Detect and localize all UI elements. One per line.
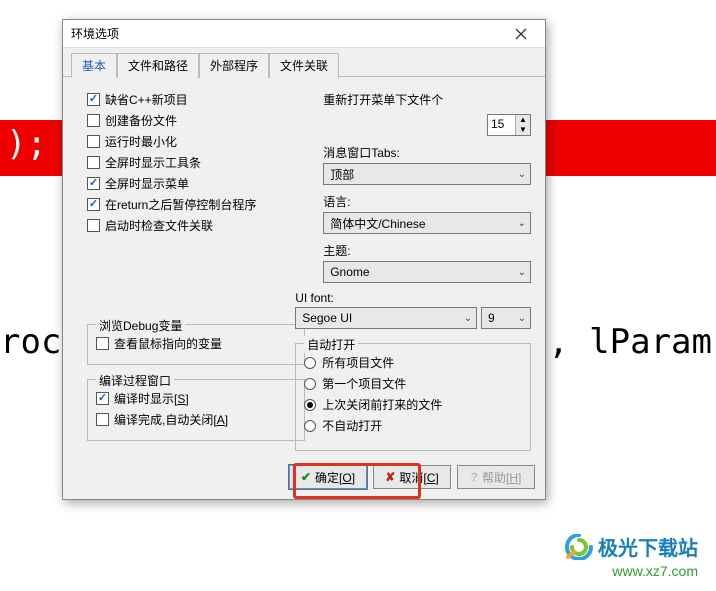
compile-group: 编译过程窗口 编译时显示[S] 编译完成,自动关闭[A] [87,379,305,441]
debug-group-title: 浏览Debug变量 [96,317,185,334]
theme-label: 主题: [323,242,531,259]
chk-fullscreen-menu[interactable] [87,177,100,190]
radio-last-closed-label: 上次关闭前打来的文件 [322,396,442,413]
debug-group: 浏览Debug变量 查看鼠标指向的变量 [87,324,305,365]
ok-button[interactable]: ✔确定[O] [289,465,367,489]
cancel-button[interactable]: ✘取消[C] [373,465,451,489]
chk-minimize-label: 运行时最小化 [105,133,177,150]
chk-compile-show[interactable] [96,392,109,405]
chk-check-assoc-label: 启动时检查文件关联 [105,217,213,234]
lang-select[interactable]: 简体中文/Chinese⌄ [323,212,531,234]
site-logo: 极光下载站 www.xz7.com [564,532,698,579]
radio-none-label: 不自动打开 [322,417,382,434]
x-icon: ✘ [385,470,395,484]
chk-backup-label: 创建备份文件 [105,112,177,129]
left-column: 缺省C++新项目 创建备份文件 运行时最小化 全屏时显示工具条 全屏时显示菜单 … [87,91,305,451]
logo-swirl-icon [564,534,594,560]
titlebar-title: 环境选项 [71,25,501,42]
chk-pause-return[interactable] [87,198,100,211]
chevron-down-icon: ⌄ [518,267,526,278]
tabspos-label: 消息窗口Tabs: [323,144,531,161]
spin-up-icon[interactable]: ▲ [516,115,530,125]
dialog-body: 缺省C++新项目 创建备份文件 运行时最小化 全屏时显示工具条 全屏时显示菜单 … [63,77,545,459]
reopen-label: 重新打开菜单下文件个 [323,91,443,108]
chevron-down-icon: ⌄ [518,218,526,229]
chevron-down-icon: ⌄ [518,169,526,180]
compile-group-title: 编译过程窗口 [96,372,174,389]
chk-mouse-var-label: 查看鼠标指向的变量 [114,335,222,352]
chk-fullscreen-toolbar[interactable] [87,156,100,169]
tab-external[interactable]: 外部程序 [199,53,269,78]
radio-last-closed[interactable] [304,399,316,411]
chk-check-assoc[interactable] [87,219,100,232]
close-button[interactable] [501,23,541,45]
tab-bar: 基本 文件和路径 外部程序 文件关联 [63,48,545,77]
chk-mouse-var[interactable] [96,337,109,350]
uifont-label: UI font: [295,291,531,305]
tab-assoc[interactable]: 文件关联 [269,53,339,78]
chk-backup[interactable] [87,114,100,127]
radio-none[interactable] [304,420,316,432]
chk-compile-autoclose[interactable] [96,413,109,426]
right-column: 重新打开菜单下文件个 15 ▲▼ 消息窗口Tabs: 顶部⌄ 语言: 简体中文/… [323,91,531,451]
chevron-down-icon: ⌄ [464,313,472,324]
chk-pause-return-label: 在return之后暂停控制台程序 [105,196,256,213]
theme-select[interactable]: Gnome⌄ [323,261,531,283]
chk-minimize[interactable] [87,135,100,148]
reopen-spinner[interactable]: 15 ▲▼ [487,114,531,136]
radio-all-files[interactable] [304,357,316,369]
chk-fullscreen-toolbar-label: 全屏时显示工具条 [105,154,201,171]
tab-basic[interactable]: 基本 [71,53,117,78]
chk-default-cpp-label: 缺省C++新项目 [105,91,188,108]
autoopen-title: 自动打开 [304,336,358,353]
lang-label: 语言: [323,193,531,210]
radio-all-files-label: 所有项目文件 [322,354,394,371]
close-icon [515,28,527,40]
chk-fullscreen-menu-label: 全屏时显示菜单 [105,175,189,192]
reopen-value: 15 [488,115,515,135]
environment-options-dialog: 环境选项 基本 文件和路径 外部程序 文件关联 缺省C++新项目 创建备份文件 … [62,19,546,500]
radio-first-file-label: 第一个项目文件 [322,375,406,392]
tab-paths[interactable]: 文件和路径 [117,53,199,78]
autoopen-group: 自动打开 所有项目文件 第一个项目文件 上次关闭前打来的文件 不自动打开 [295,343,531,451]
question-icon: ? [471,470,478,484]
titlebar: 环境选项 [63,20,545,48]
help-button[interactable]: ?帮助[H] [457,465,535,489]
spin-down-icon[interactable]: ▼ [516,125,530,135]
chk-compile-show-label: 编译时显示[S] [114,390,189,407]
chk-compile-autoclose-label: 编译完成,自动关闭[A] [114,411,228,428]
dialog-buttons: ✔确定[O] ✘取消[C] ?帮助[H] [63,459,545,499]
uifont-select[interactable]: Segoe UI⌄ [295,307,477,329]
chk-default-cpp[interactable] [87,93,100,106]
uifont-size-select[interactable]: 9⌄ [481,307,531,329]
tabspos-select[interactable]: 顶部⌄ [323,163,531,185]
check-icon: ✔ [301,470,311,484]
radio-first-file[interactable] [304,378,316,390]
chevron-down-icon: ⌄ [518,313,526,324]
